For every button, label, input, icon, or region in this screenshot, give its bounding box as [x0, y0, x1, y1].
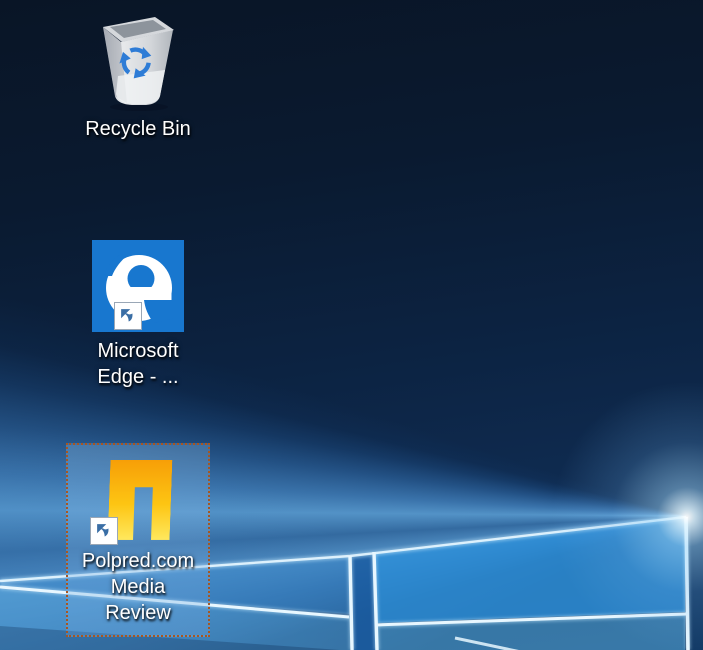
desktop-icon-polpred-media-review[interactable]: Polpred.com Media Review — [66, 443, 210, 637]
polpred-label-line1: Polpred.com — [82, 548, 194, 574]
shortcut-arrow-icon — [90, 517, 118, 545]
edge-label-line2: Edge - ... — [97, 364, 178, 390]
polpred-label-line2: Media — [111, 574, 165, 600]
edge-label-line1: Microsoft — [97, 338, 178, 364]
desktop-icon-recycle-bin[interactable]: Recycle Bin — [66, 12, 210, 142]
polpred-label-line3: Review — [105, 600, 171, 626]
recycle-bin-label: Recycle Bin — [85, 116, 191, 142]
shortcut-arrow-icon — [114, 302, 142, 330]
desktop[interactable]: { "desktop": { "icons": { "recycle_bin":… — [0, 0, 703, 650]
edge-browser-icon — [92, 240, 184, 332]
desktop-icon-microsoft-edge[interactable]: Microsoft Edge - ... — [66, 238, 210, 390]
recycle-bin-icon — [94, 12, 182, 112]
polpred-icon-area — [68, 445, 208, 540]
